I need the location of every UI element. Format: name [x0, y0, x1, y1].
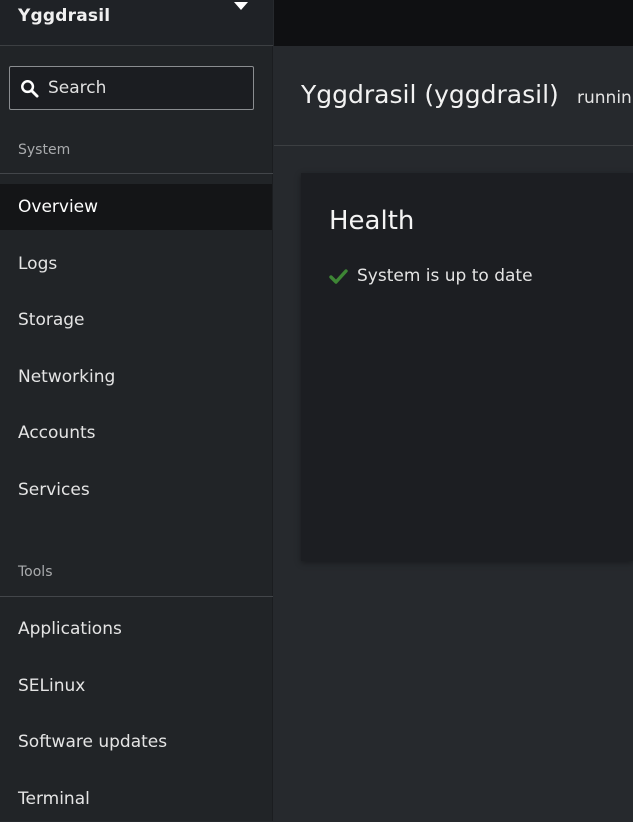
- health-card-title: Health: [329, 206, 415, 236]
- sidebar: Yggdrasil System Overview Logs Storage N…: [0, 0, 273, 821]
- search-box: [9, 66, 254, 110]
- nav-item-logs[interactable]: Logs: [0, 241, 272, 287]
- caret-down-icon[interactable]: [233, 0, 249, 12]
- health-card: Health System is up to date: [301, 173, 633, 561]
- nav-item-accounts[interactable]: Accounts: [0, 410, 272, 456]
- nav-item-terminal[interactable]: Terminal: [0, 776, 272, 822]
- section-divider: [0, 173, 273, 174]
- top-bar: [274, 0, 633, 46]
- host-name: Yggdrasil: [18, 6, 111, 26]
- health-status-text: System is up to date: [357, 266, 533, 286]
- nav-item-software-updates[interactable]: Software updates: [0, 719, 272, 765]
- nav-item-applications[interactable]: Applications: [0, 606, 272, 652]
- nav-item-networking[interactable]: Networking: [0, 354, 272, 400]
- section-label-system: System: [18, 142, 71, 158]
- page-title: Yggdrasil (yggdrasil): [301, 80, 559, 109]
- nav-item-storage[interactable]: Storage: [0, 297, 272, 343]
- nav-item-services[interactable]: Services: [0, 467, 272, 513]
- section-label-tools: Tools: [18, 564, 53, 580]
- section-divider: [0, 596, 273, 597]
- host-status-text: runnin: [577, 88, 632, 108]
- check-icon: [329, 269, 348, 284]
- host-switcher[interactable]: Yggdrasil: [0, 0, 273, 46]
- nav-item-selinux[interactable]: SELinux: [0, 663, 272, 709]
- search-icon: [21, 80, 39, 98]
- search-input[interactable]: [46, 75, 246, 101]
- nav-item-overview[interactable]: Overview: [0, 184, 272, 230]
- page-header: Yggdrasil (yggdrasil) runnin: [274, 46, 633, 146]
